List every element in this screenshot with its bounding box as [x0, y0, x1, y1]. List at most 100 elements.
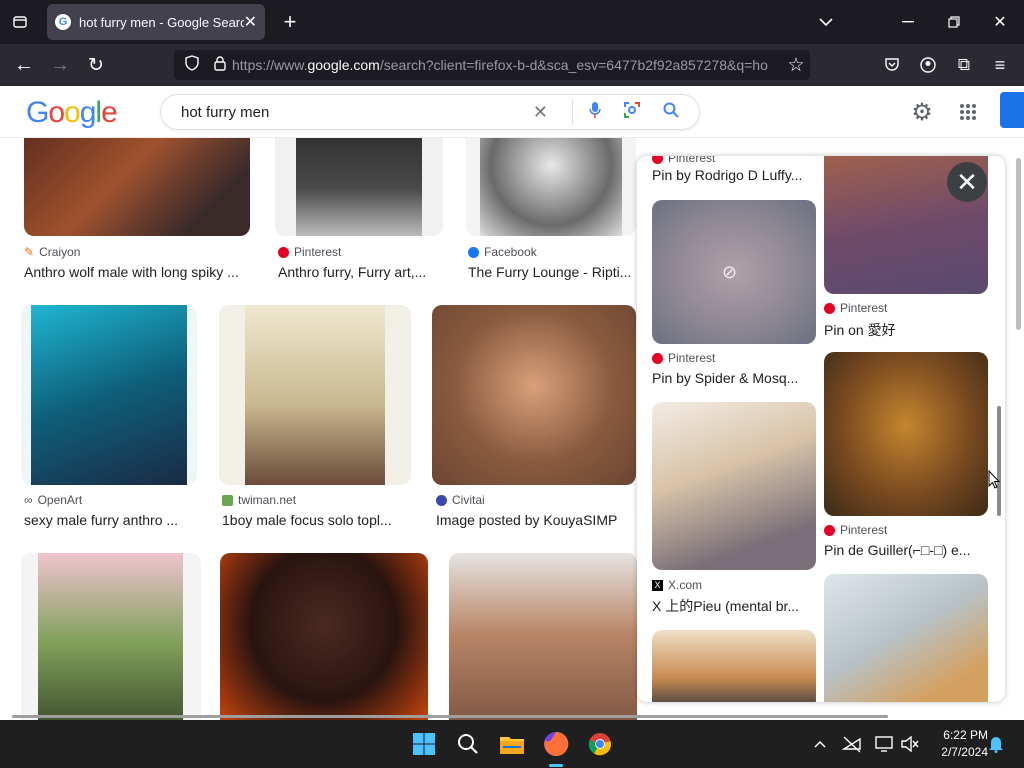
result-caption[interactable]: sexy male furry anthro ... — [24, 512, 199, 528]
panel-caption[interactable]: Pin by Spider & Mosq... — [652, 370, 812, 386]
logo-letter: o — [64, 96, 81, 129]
clear-icon[interactable]: ✕ — [533, 102, 548, 123]
notification-bell-icon[interactable] — [984, 728, 1008, 760]
civitai-icon — [436, 494, 447, 506]
google-logo[interactable]: Google — [26, 96, 118, 130]
result-image[interactable] — [21, 553, 201, 720]
pencil-icon: ✎ — [24, 245, 35, 259]
reload-icon[interactable]: ↻ — [84, 53, 108, 77]
clock-time: 6:22 PM — [943, 728, 988, 742]
new-tab-icon[interactable]: + — [278, 9, 302, 34]
windows-start-icon[interactable] — [408, 728, 440, 760]
result-caption[interactable]: The Furry Lounge - Ripti... — [468, 264, 638, 280]
openart-icon: ∞ — [24, 493, 33, 507]
result-image[interactable] — [275, 138, 443, 236]
logo-letter: o — [48, 96, 65, 129]
settings-gear-icon[interactable]: ⚙ — [908, 98, 936, 126]
active-app-indicator — [549, 764, 563, 767]
menu-icon[interactable]: ≡ — [988, 53, 1012, 77]
result-caption[interactable]: Anthro wolf male with long spiky ... — [24, 264, 254, 280]
volume-muted-icon[interactable] — [894, 728, 926, 760]
page-scrollbar[interactable] — [1016, 158, 1021, 330]
search-icon[interactable] — [452, 728, 484, 760]
search-box[interactable]: hot furry men ✕ — [160, 94, 700, 130]
show-hidden-icons-chevron-icon[interactable] — [804, 728, 836, 760]
tab-active[interactable]: G hot furry men - Google Search ✕ — [47, 4, 265, 40]
panel-source: Pinterest — [824, 523, 887, 537]
tab-title: hot furry men - Google Search — [79, 14, 244, 30]
logo-letter: g — [79, 96, 97, 129]
result-caption[interactable]: 1boy male focus solo topl... — [222, 512, 412, 528]
result-image[interactable] — [432, 305, 636, 485]
result-caption[interactable]: Anthro furry, Furry art,... — [278, 264, 443, 280]
clock[interactable]: 6:22 PM 2/7/2024 — [926, 727, 988, 761]
pinterest-icon — [824, 524, 835, 536]
panel-source: Pinterest — [824, 301, 887, 315]
result-caption[interactable]: Image posted by KouyaSIMP — [436, 512, 636, 528]
pinterest-icon — [652, 156, 663, 164]
file-explorer-icon[interactable] — [496, 728, 528, 760]
image-preview-panel: Pinterest Pin by Rodrigo D Luffy... ⊘ Pi… — [637, 156, 1005, 702]
panel-caption[interactable]: Pin de Guiller(⌐□-□) e... — [824, 542, 984, 558]
panel-image[interactable] — [652, 630, 816, 702]
image-results: ✎ Craiyon Anthro wolf male with long spik… — [0, 138, 1024, 720]
result-image[interactable] — [219, 305, 411, 485]
restore-icon[interactable] — [942, 10, 966, 34]
result-image[interactable] — [21, 305, 197, 485]
forward-icon[interactable]: → — [48, 53, 72, 77]
panel-scrollbar[interactable] — [997, 406, 1001, 516]
panel-caption[interactable]: Pin by Rodrigo D Luffy... — [652, 167, 812, 183]
close-window-icon[interactable]: ✕ — [988, 10, 1012, 34]
tab-strip: G hot furry men - Google Search ✕ + ✕ — [0, 0, 1024, 44]
bookmark-star-icon[interactable]: ☆ — [784, 53, 808, 77]
taskbar: 6:22 PM 2/7/2024 — [0, 720, 1024, 768]
pocket-icon[interactable] — [880, 53, 904, 77]
voice-search-icon[interactable] — [589, 101, 601, 123]
result-image[interactable] — [220, 553, 428, 720]
result-image[interactable] — [24, 138, 250, 236]
result-source: twiman.net — [222, 493, 296, 507]
tab-list-icon[interactable] — [8, 10, 32, 34]
network-offline-icon[interactable] — [836, 728, 868, 760]
panel-image-blurred[interactable]: ⊘ — [652, 200, 816, 344]
back-icon[interactable]: ← — [12, 53, 36, 77]
result-source: ∞ OpenArt — [24, 493, 83, 507]
separator — [572, 100, 573, 124]
search-icon[interactable] — [663, 102, 679, 122]
logo-letter: e — [101, 96, 118, 129]
minimize-icon[interactable] — [896, 10, 920, 34]
pinterest-icon — [278, 246, 289, 258]
panel-source: Pinterest — [652, 156, 715, 165]
google-header: Google hot furry men ✕ ⚙ — [0, 86, 1024, 138]
mouse-cursor-icon — [988, 469, 1001, 494]
panel-image[interactable] — [824, 574, 988, 702]
horizontal-scrollbar[interactable] — [12, 715, 888, 718]
chrome-icon[interactable] — [584, 728, 616, 760]
close-tab-icon[interactable]: ✕ — [244, 12, 257, 32]
panel-caption[interactable]: X 上的Pieu (mental br... — [652, 596, 812, 616]
lock-icon[interactable] — [210, 53, 230, 73]
chevron-down-icon[interactable] — [814, 10, 838, 34]
url-text: https://www.google.com/search?client=fir… — [232, 57, 768, 73]
panel-image[interactable] — [652, 402, 816, 570]
lens-icon[interactable] — [623, 101, 641, 123]
account-icon[interactable] — [916, 53, 940, 77]
shield-icon[interactable] — [182, 53, 202, 73]
search-input[interactable]: hot furry men — [181, 104, 533, 121]
clock-date: 2/7/2024 — [941, 745, 988, 759]
eye-off-icon: ⊘ — [722, 262, 738, 282]
apps-grid-icon[interactable] — [954, 98, 982, 126]
result-image[interactable] — [449, 553, 637, 720]
close-preview-button[interactable]: ✕ — [947, 162, 987, 202]
firefox-icon[interactable] — [540, 728, 572, 760]
sign-in-button[interactable] — [1000, 92, 1024, 128]
result-image[interactable] — [466, 138, 636, 236]
url-bar[interactable]: https://www.google.com/search?client=fir… — [174, 50, 810, 80]
extensions-icon[interactable]: ⧉ — [952, 53, 976, 77]
panel-image[interactable] — [824, 352, 988, 516]
twiman-icon — [222, 494, 233, 506]
result-source: Civitai — [436, 493, 485, 507]
panel-source: X X.com — [652, 578, 702, 592]
facebook-icon — [468, 246, 479, 258]
panel-caption[interactable]: Pin on 愛好 — [824, 320, 984, 340]
